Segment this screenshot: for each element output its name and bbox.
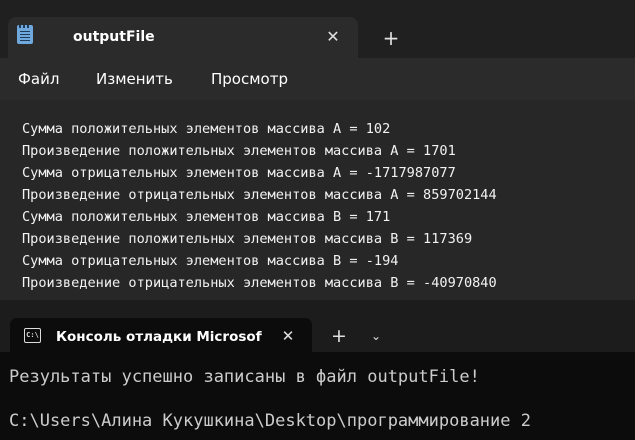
editor-line: Сумма положительных элементов массива B … — [22, 209, 391, 225]
menu-file[interactable]: Файл — [18, 70, 59, 88]
editor-line: Сумма положительных элементов массива A … — [22, 121, 391, 137]
editor-line: Произведение отрицательных элементов мас… — [22, 275, 497, 291]
notepad-tab-title: outputFile — [73, 29, 155, 45]
editor-line: Сумма отрицательных элементов массива A … — [22, 165, 456, 181]
editor-line: Произведение положительных элементов мас… — [22, 231, 473, 247]
plus-icon[interactable]: + — [328, 325, 350, 347]
notepad-icon — [17, 25, 33, 44]
close-icon[interactable]: ✕ — [322, 26, 344, 48]
console-line: Результаты успешно записаны в файл outpu… — [9, 367, 480, 387]
terminal-icon: C:\ — [24, 328, 41, 343]
console-tab-title: Консоль отладки Microsoft V — [56, 329, 262, 345]
menu-edit[interactable]: Изменить — [96, 70, 173, 88]
menu-view[interactable]: Просмотр — [211, 70, 288, 88]
chevron-down-icon[interactable]: ⌄ — [366, 326, 386, 346]
close-icon[interactable]: ✕ — [278, 326, 298, 346]
plus-icon[interactable]: + — [378, 26, 404, 50]
editor-line: Произведение отрицательных элементов мас… — [22, 187, 497, 203]
editor-line: Произведение положительных элементов мас… — [22, 143, 456, 159]
editor-line: Сумма отрицательных элементов массива B … — [22, 253, 399, 269]
console-line: C:\Users\Алина Кукушкина\Desktop\програм… — [9, 411, 531, 431]
notepad-tab[interactable] — [8, 17, 358, 58]
